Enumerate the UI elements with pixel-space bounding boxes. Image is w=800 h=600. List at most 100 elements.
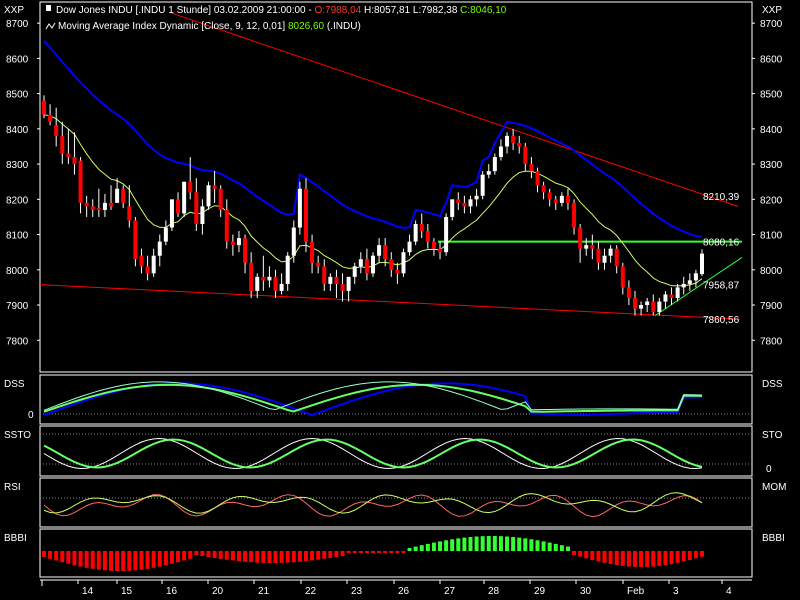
candle-body	[48, 115, 52, 122]
bbbi-bar	[688, 551, 692, 560]
candle-body	[639, 305, 643, 309]
stock-chart[interactable]: 7800780079007900800080008100810082008200…	[0, 0, 800, 600]
candle-body	[493, 157, 497, 171]
bbbi-bar	[304, 551, 308, 561]
candle-body	[676, 287, 680, 298]
x-tick-label: 3	[673, 586, 679, 597]
bbbi-bar	[670, 551, 674, 564]
bbbi-bar	[414, 547, 418, 551]
ma-legend-value: 8026,60	[288, 21, 327, 32]
bbbi-bar	[274, 551, 278, 563]
y-tick-right: 8400	[760, 125, 783, 136]
dss-green-line	[44, 385, 702, 412]
candle-body	[115, 189, 119, 203]
symbol-left: XXP	[4, 5, 24, 16]
bbbi-bar	[523, 538, 527, 551]
bbbi-bar	[139, 551, 143, 570]
dss-right-label: DSS	[762, 379, 783, 390]
bbbi-bar	[566, 547, 570, 551]
candle-body	[322, 266, 326, 284]
x-tick-label: 16	[166, 586, 178, 597]
bbbi-bar	[627, 551, 631, 567]
bbbi-bar	[633, 551, 637, 567]
candle-body	[401, 252, 405, 273]
x-tick-label: 27	[444, 586, 456, 597]
ssto-left-label: SSTO	[4, 430, 31, 441]
dss-zero-label: 0	[28, 410, 34, 421]
bbbi-bar	[584, 551, 588, 558]
candle-body	[66, 154, 70, 158]
y-tick-right: 7900	[760, 301, 783, 312]
ma-legend-label: Moving Average Index Dynamic [Close, 9, …	[58, 21, 361, 32]
bbbi-bar	[554, 544, 558, 551]
y-tick-left: 7900	[6, 301, 29, 312]
bbbi-bar	[420, 545, 424, 551]
candle-body	[347, 277, 351, 291]
bbbi-bar	[408, 548, 412, 551]
candle-body	[310, 242, 314, 263]
y-tick-left: 7800	[6, 336, 29, 347]
y-tick-right: 8000	[760, 266, 783, 277]
bbbi-bar	[182, 551, 186, 560]
candle-body	[633, 298, 637, 309]
bbbi-bar	[66, 551, 70, 564]
candle-body	[298, 189, 302, 228]
candle-body	[621, 266, 625, 287]
rsi-left-label: RSI	[4, 482, 21, 493]
x-tick-label: 22	[305, 586, 317, 597]
candle-body	[286, 256, 290, 284]
bbbi-bar	[475, 537, 479, 551]
bbbi-bar	[298, 551, 302, 562]
bbbi-bar	[450, 539, 454, 551]
bbbi-bar	[578, 551, 582, 557]
bbbi-bar	[682, 551, 686, 561]
candle-body	[194, 192, 198, 224]
y-tick-right: 8300	[760, 160, 783, 171]
bbbi-bar	[213, 551, 217, 558]
candle-body	[536, 171, 540, 185]
candle-body	[609, 249, 613, 256]
upper-trendline-label: 8210,39	[703, 192, 740, 203]
bbbi-bar	[188, 551, 192, 559]
bbbi-bar	[615, 551, 619, 565]
bbbi-bar	[353, 551, 357, 553]
candle-body	[109, 203, 113, 207]
candle-body	[554, 199, 558, 203]
y-tick-left: 8700	[6, 19, 29, 30]
candle-body	[475, 196, 479, 200]
bbbi-bar	[560, 545, 564, 551]
candle-body	[627, 287, 631, 298]
bbbi-bar	[79, 551, 83, 567]
candle-body	[462, 203, 466, 207]
bbbi-bar	[72, 551, 76, 565]
y-tick-right: 8700	[760, 19, 783, 30]
bbbi-bar	[499, 536, 503, 551]
candle-body	[700, 254, 704, 274]
candle-body	[182, 182, 186, 214]
candle-body	[645, 302, 649, 306]
bbbi-bar	[572, 551, 576, 555]
bbbi-bar	[310, 551, 314, 560]
bbbi-bar	[487, 536, 491, 551]
header-low: L:7982,38	[413, 5, 460, 16]
candle-body	[408, 242, 412, 253]
bbbi-bar	[371, 551, 375, 553]
candle-body	[42, 101, 46, 115]
bbbi-bar	[316, 551, 320, 560]
ssto-zero-label: 0	[766, 464, 772, 475]
bbbi-bar	[603, 551, 607, 563]
candle-body	[426, 231, 430, 242]
y-tick-right: 8100	[760, 231, 783, 242]
candle-body	[523, 146, 527, 164]
candle-body	[188, 182, 192, 193]
bbbi-bar	[517, 538, 521, 551]
bbbi-bar	[121, 551, 125, 571]
candle-body	[414, 224, 418, 242]
candle-body	[578, 228, 582, 249]
candle-body	[328, 277, 332, 284]
candle-body	[280, 284, 284, 291]
x-tick-label: 21	[258, 586, 270, 597]
candle-body	[54, 125, 58, 136]
candle-body	[97, 208, 101, 210]
bbbi-bar	[536, 540, 540, 551]
